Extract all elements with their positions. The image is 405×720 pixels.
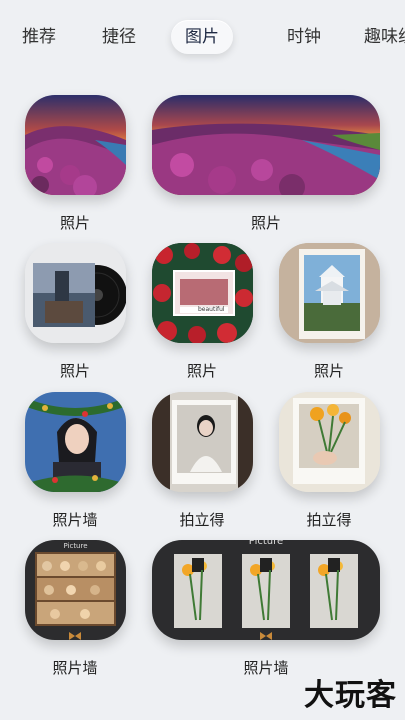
tab-pictures[interactable]: 图片 — [171, 20, 233, 54]
widget-label: 照片 — [59, 214, 90, 232]
widget-label: 照片 — [250, 214, 281, 232]
three-photos-strip — [174, 554, 358, 640]
widget-label: 照片墙 — [243, 659, 289, 677]
photo-wall-widget[interactable] — [25, 392, 126, 492]
widget-label: 照片墙 — [52, 511, 98, 529]
tab-fun[interactable]: 趣味组 — [364, 20, 405, 54]
polaroid-flowers-widget[interactable] — [279, 392, 380, 492]
vinyl-photo-widget[interactable] — [25, 243, 126, 343]
photo-widget-wide[interactable] — [152, 95, 380, 195]
bookshelf-photo — [35, 552, 116, 640]
roses-photo-widget[interactable]: beautiful — [152, 243, 253, 343]
portrait-with-garland-photo — [25, 392, 126, 492]
picture-title: Picture — [63, 542, 88, 550]
roses-frame-photo — [152, 243, 253, 343]
castle-photo-widget[interactable] — [279, 243, 380, 343]
category-tab-bar: 推荐 捷径 图片 时钟 趣味组 — [0, 0, 405, 72]
tab-clock[interactable]: 时钟 — [287, 20, 321, 54]
tab-recommended[interactable]: 推荐 — [22, 20, 56, 54]
watermark-logo: 大玩客 — [304, 678, 397, 713]
widget-label: 照片 — [186, 362, 217, 380]
vinyl-record-photo — [25, 243, 126, 343]
photo-widget-small[interactable] — [25, 95, 126, 195]
landscape-photo — [25, 95, 126, 195]
tab-shortcuts[interactable]: 捷径 — [102, 20, 136, 54]
beautiful-caption: beautiful — [198, 306, 225, 313]
widget-label: 照片墙 — [52, 659, 98, 677]
landscape-photo — [152, 95, 380, 195]
polaroid-portrait-photo — [152, 392, 253, 492]
polaroid-flowers-photo — [279, 392, 380, 492]
polaroid-widget[interactable] — [152, 392, 253, 492]
photo-wall-shelf-widget[interactable]: Picture — [25, 540, 126, 640]
castle-photo — [279, 243, 380, 343]
picture-title: Picture — [248, 540, 284, 547]
widget-label: 照片 — [313, 362, 344, 380]
widget-label: 照片 — [59, 362, 90, 380]
photo-wall-wide-widget[interactable]: Picture — [152, 540, 380, 640]
widget-label: 拍立得 — [179, 511, 225, 529]
widget-label: 拍立得 — [306, 511, 352, 529]
